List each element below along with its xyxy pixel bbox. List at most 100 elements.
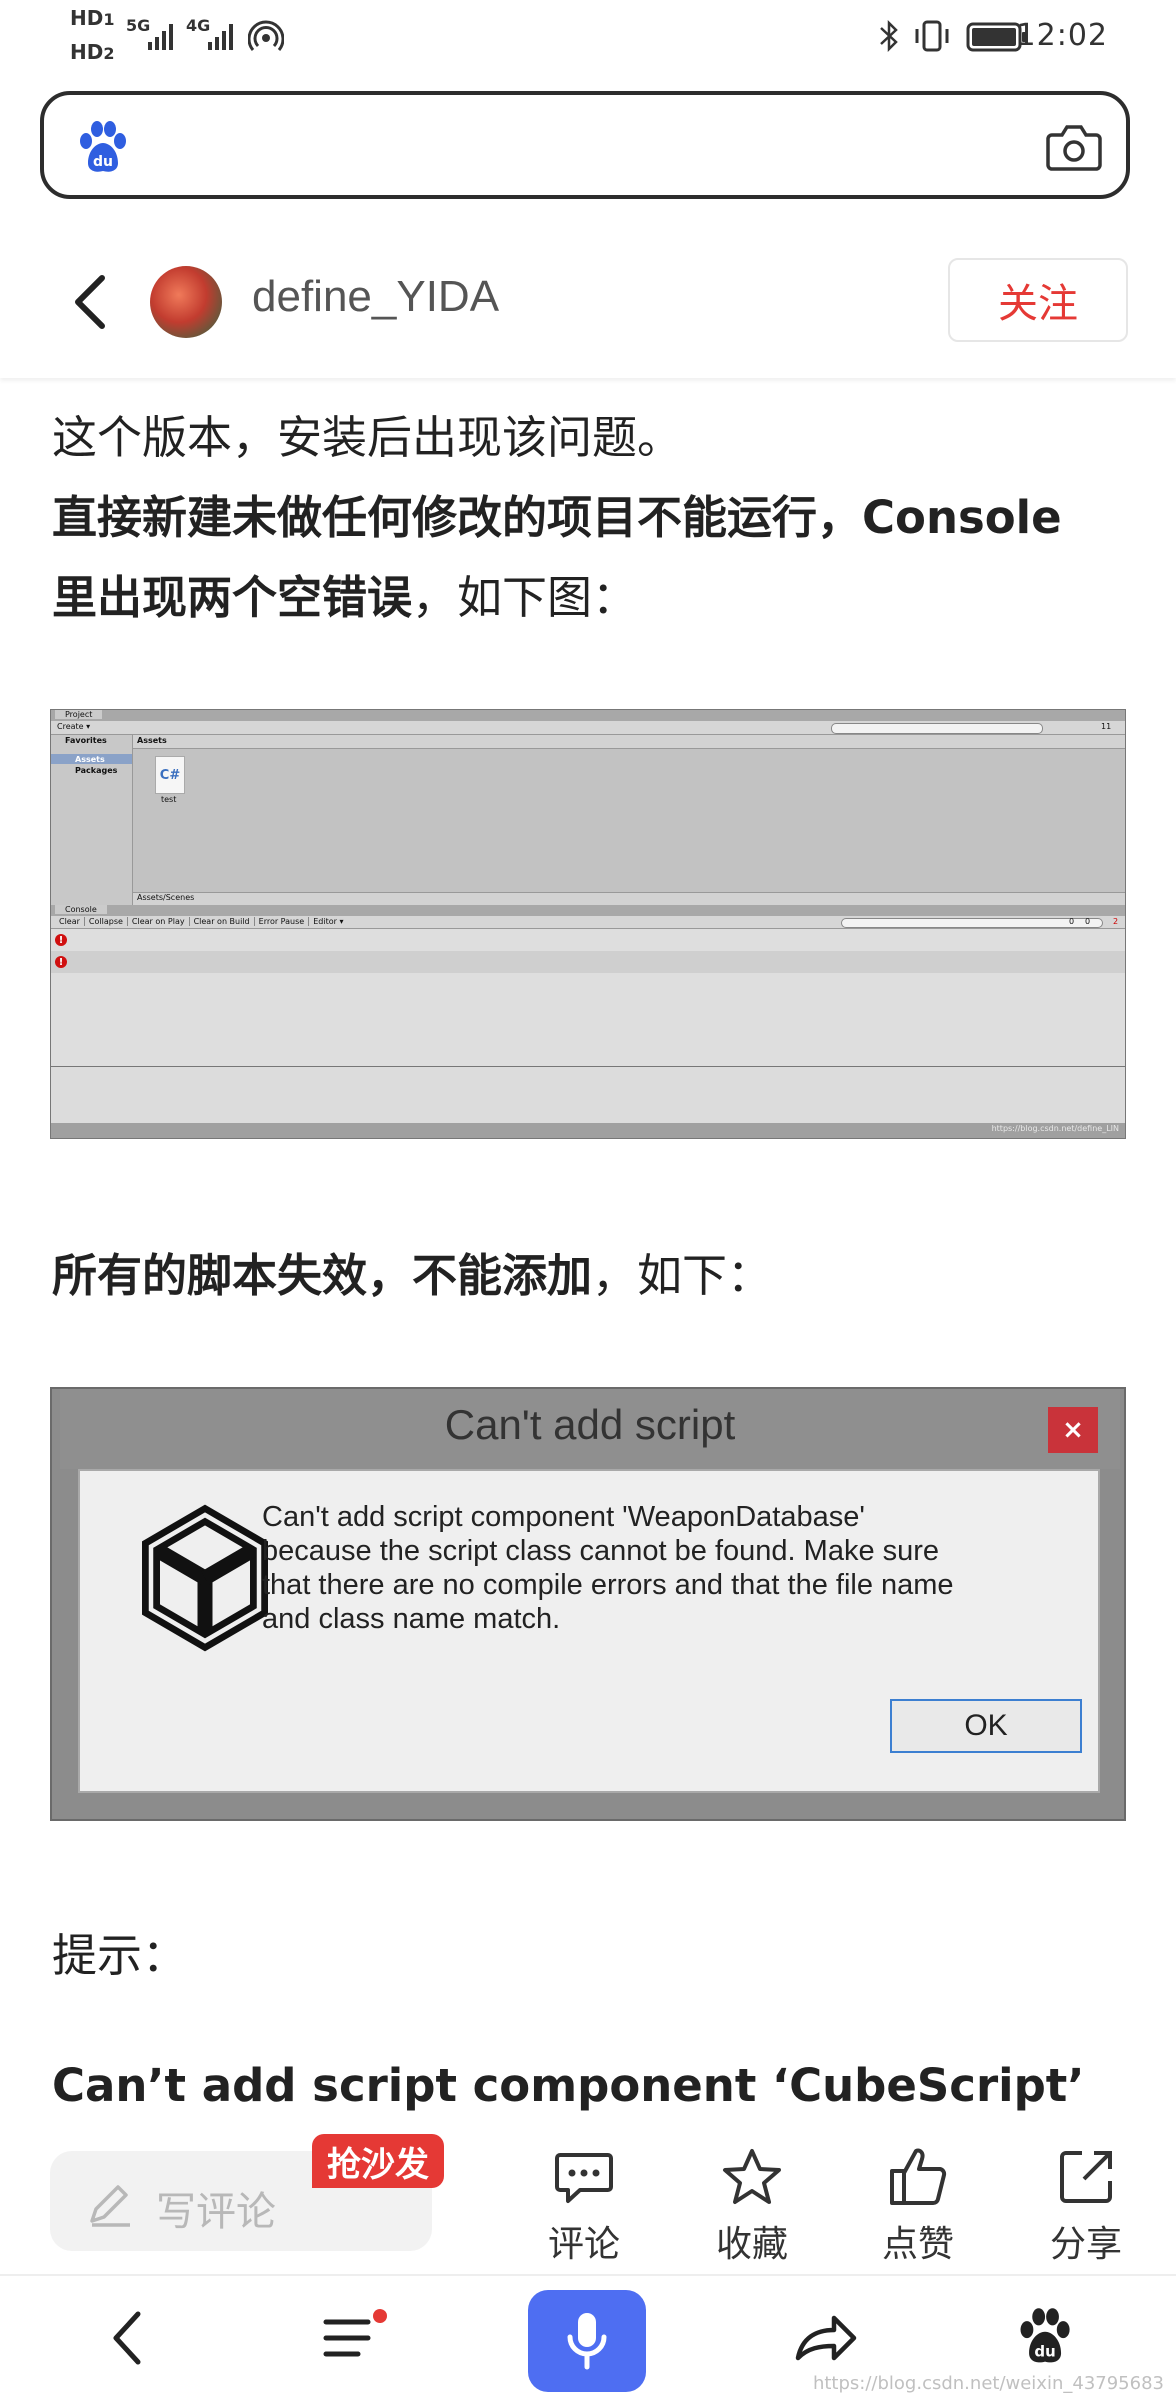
back-arrow-icon[interactable] — [70, 274, 110, 330]
image-watermark: https://blog.csdn.net/define_LIN — [991, 1124, 1119, 1133]
project-search-field[interactable] — [831, 723, 1043, 734]
console-row-2[interactable] — [51, 951, 1125, 973]
unity-project-screenshot[interactable]: Project Create ▾ 11 Favorites Assets Pac… — [50, 709, 1126, 1139]
path-bar — [133, 892, 1125, 905]
dialog-message-line-2: because the script class cannot be found… — [262, 1535, 940, 1567]
article-line-3: 里出现两个空错误，如下图： — [52, 568, 637, 628]
console-clear-on-build-button[interactable]: Clear on Build — [190, 917, 255, 926]
thumbs-up-icon — [890, 2148, 947, 2205]
console-row-1[interactable] — [51, 929, 1125, 951]
console-tab-strip — [51, 905, 1125, 916]
console-error-pause-button[interactable]: Error Pause — [255, 917, 310, 926]
page-watermark: https://blog.csdn.net/weixin_43795683 — [812, 2373, 1164, 2394]
project-footer-bar — [51, 1123, 1125, 1138]
article-line-6-bold: Can’t add script component ‘CubeScript’ — [52, 2059, 1085, 2112]
console-count-error[interactable]: 2 — [1113, 917, 1118, 926]
voice-search-button[interactable] — [528, 2290, 646, 2392]
author-bar: define_YIDA 关注 — [0, 240, 1176, 378]
console-clear-button[interactable]: Clear — [55, 917, 85, 926]
sofa-badge[interactable]: 抢沙发 — [312, 2134, 444, 2188]
avatar[interactable] — [150, 266, 222, 338]
author-name[interactable]: define_YIDA — [252, 272, 499, 322]
comment-label: 评论 — [547, 2224, 620, 2265]
like-action[interactable]: 点赞 — [858, 2135, 978, 2265]
hd-indicator-2: HD2 — [70, 40, 114, 64]
search-bar[interactable]: du — [40, 91, 1130, 199]
article-line-4-rest: ，如下： — [592, 1249, 773, 1302]
signal-5g-icon — [148, 24, 173, 50]
comment-placeholder: 写评论 — [156, 2189, 276, 2235]
dialog-message-line-4: and class name match. — [262, 1603, 561, 1635]
article-line-6: Can’t add script component ‘CubeScript’ — [52, 2056, 1084, 2116]
tree-packages[interactable]: Packages — [75, 766, 117, 775]
bottom-nav: du https://blog.csdn.net/weixin_43795683 — [0, 2274, 1176, 2402]
follow-button[interactable]: 关注 — [948, 258, 1128, 342]
status-bar: HD1 HD2 5G 4G 12:02 — [0, 0, 1176, 80]
error-icon: ! — [55, 956, 67, 968]
favorite-action[interactable]: 收藏 — [692, 2135, 812, 2265]
hotspot-icon — [248, 20, 284, 51]
tree-assets[interactable]: Assets — [75, 755, 105, 764]
action-bar: 写评论 抢沙发 评论 收藏 点赞 分享 — [0, 2134, 1176, 2271]
tree-favorites[interactable]: Favorites — [65, 736, 107, 745]
baidu-paw-icon: du — [80, 121, 126, 172]
hd2-sub: 2 — [103, 44, 115, 63]
article-line-4: 所有的脚本失效，不能添加，如下： — [52, 1246, 772, 1306]
dialog-title: Can't add script — [444, 1401, 736, 1448]
forward-icon[interactable] — [790, 2306, 860, 2370]
vibrate-icon — [915, 20, 949, 52]
console-count-warn[interactable]: 0 — [1085, 917, 1090, 926]
comment-action[interactable]: 评论 — [524, 2135, 644, 2265]
console-list — [51, 973, 1125, 1067]
console-detail-pane — [51, 1067, 1125, 1123]
error-icon: ! — [55, 934, 67, 946]
article-line-3-rest: ，如下图： — [412, 571, 638, 624]
favorite-label: 收藏 — [715, 2224, 788, 2265]
article-line-3-bold: 里出现两个空错误 — [52, 571, 413, 624]
project-tab[interactable]: Project — [55, 710, 103, 719]
comment-icon — [555, 2153, 613, 2203]
asset-path: Assets/Scenes — [137, 893, 195, 902]
microphone-icon — [567, 2313, 607, 2370]
dialog-body: Can't add script component 'WeaponDataba… — [78, 1469, 1100, 1793]
create-menu[interactable]: Create ▾ — [57, 722, 90, 731]
hd1-label: HD — [70, 6, 104, 30]
console-count-log[interactable]: 0 — [1069, 917, 1074, 926]
bluetooth-icon — [880, 19, 898, 53]
hd2-label: HD — [70, 40, 104, 64]
project-tab-strip — [51, 710, 1125, 721]
console-editor-dropdown[interactable]: Editor ▾ — [309, 917, 347, 926]
dialog-close-button[interactable]: × — [1048, 1407, 1098, 1453]
baidu-home-icon[interactable]: du — [1014, 2304, 1074, 2368]
svg-text:du: du — [93, 154, 113, 170]
dialog-ok-button[interactable]: OK — [890, 1699, 1082, 1753]
assets-header-bar — [133, 735, 1125, 749]
signal-4g-icon — [208, 24, 233, 50]
console-collapse-button[interactable]: Collapse — [85, 917, 128, 926]
star-icon — [723, 2149, 781, 2204]
article-line-4-bold: 所有的脚本失效，不能添加 — [52, 1249, 593, 1302]
article-line-2: 直接新建未做任何修改的项目不能运行，Console — [52, 488, 1062, 548]
unity-dialog-screenshot[interactable]: Can't add script × Can't add script comp… — [50, 1387, 1126, 1821]
dialog-message-line-3: that there are no compile errors and tha… — [262, 1569, 954, 1601]
project-counter: 11 — [1101, 722, 1112, 731]
clock: 12:02 — [1016, 18, 1108, 53]
menu-icon[interactable] — [322, 2308, 392, 2368]
camera-icon[interactable] — [1046, 121, 1102, 173]
back-icon[interactable] — [108, 2306, 148, 2370]
article-line-1: 这个版本，安装后出现该问题。 — [52, 411, 683, 464]
assets-header: Assets — [137, 736, 167, 745]
console-tab[interactable]: Console — [55, 905, 107, 914]
console-clear-on-play-button[interactable]: Clear on Play — [128, 917, 190, 926]
dialog-message-line-1: Can't add script component 'WeaponDataba… — [262, 1501, 865, 1533]
article-line-5: 提示： — [52, 1929, 188, 1982]
console-buttons: Clear Collapse Clear on Play Clear on Bu… — [55, 917, 347, 926]
share-icon — [1060, 2151, 1112, 2203]
pencil-icon — [90, 2185, 130, 2227]
unity-logo-icon — [142, 1504, 268, 1652]
file-name: test — [161, 795, 177, 804]
csharp-file-icon[interactable]: C# — [155, 756, 185, 794]
svg-text:du: du — [1034, 2342, 1055, 2360]
share-action[interactable]: 分享 — [1026, 2135, 1146, 2265]
console-search-field[interactable] — [841, 918, 1103, 928]
